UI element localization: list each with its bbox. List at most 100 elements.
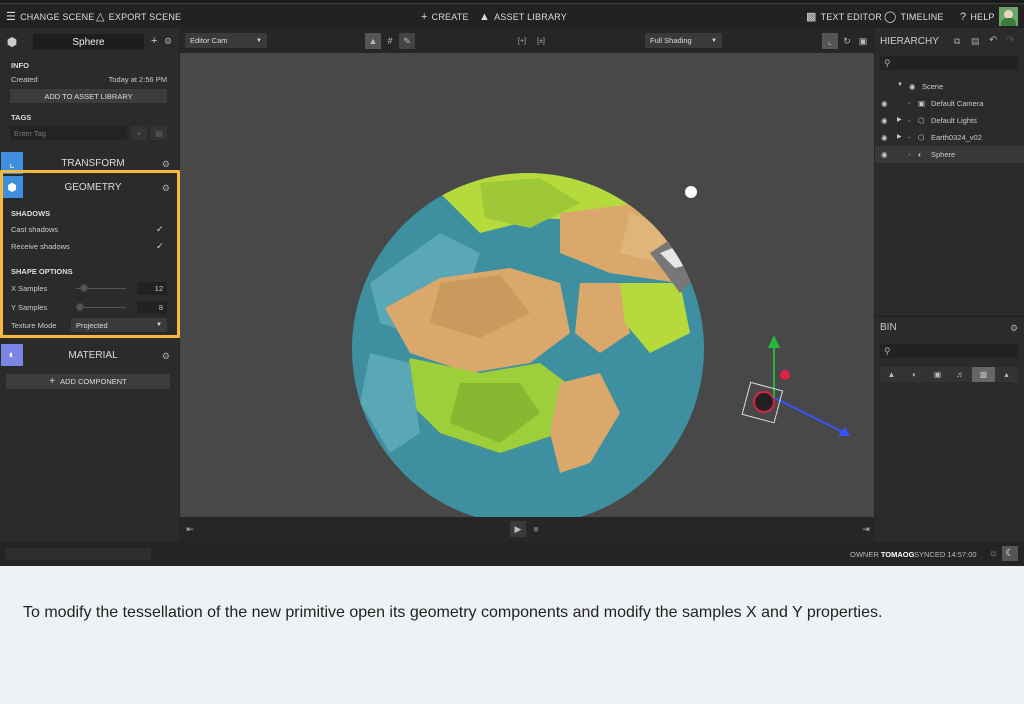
frame-all-icon[interactable]: [±] <box>532 33 550 49</box>
help-menu[interactable]: ? HELP <box>960 11 995 23</box>
geometry-cube-icon: ⬢ <box>1 176 23 198</box>
bin-filter-bar: ▲ ◐ ▣ ♬ ▩ ▴ <box>880 367 1018 382</box>
text-editor-label: TEXT EDITOR <box>820 11 882 22</box>
hierarchy-item-sphere[interactable]: ◉ • ◐ Sphere <box>875 146 1024 163</box>
change-scene-menu[interactable]: ☰ CHANGE SCENE <box>6 10 94 23</box>
window-top-edge <box>0 0 1024 4</box>
environment-filter-icon[interactable]: ▴ <box>995 367 1018 382</box>
add-tag-icon[interactable]: + <box>131 126 147 140</box>
rotate-gizmo-icon[interactable]: ↻ <box>839 33 855 49</box>
textures-filter-icon[interactable]: ▣ <box>926 367 949 382</box>
expand-arrow-icon[interactable]: ▼ <box>897 82 903 88</box>
hierarchy-item-earth[interactable]: ◉ ▶ • ⬡ Earth0324_v02 <box>875 129 1024 146</box>
receive-shadows-label: Receive shadows <box>11 242 70 251</box>
create-menu[interactable]: + CREATE <box>421 11 469 23</box>
material-gear-icon[interactable]: ⚙ <box>162 351 170 362</box>
dot-icon: • <box>908 150 911 159</box>
transform-gear-icon[interactable]: ⚙ <box>162 159 170 170</box>
expand-arrow-icon[interactable]: ▶ <box>897 116 902 123</box>
editor-window: ☰ CHANGE SCENE △ EXPORT SCENE + CREATE ▲… <box>0 0 1024 566</box>
asset-library-menu[interactable]: ▲ ASSET LIBRARY <box>479 11 567 23</box>
synced-status: SYNCED 14:57:00 <box>914 550 977 559</box>
geometry-component-header[interactable]: ⬢ GEOMETRY ⚙ <box>0 176 179 198</box>
x-samples-input[interactable]: 12 <box>137 282 167 295</box>
translate-gizmo-icon[interactable]: ⌞ <box>822 33 838 49</box>
play-icon[interactable]: ▶ <box>510 521 526 537</box>
transform-component-header[interactable]: ⌞ TRANSFORM ⚙ <box>0 152 179 174</box>
y-samples-input[interactable]: 8 <box>137 301 167 314</box>
hierarchy-search-input[interactable]: ⚲ <box>880 56 1018 70</box>
hierarchy-label-scene: Scene <box>922 82 944 91</box>
shading-select[interactable]: Full Shading ▼ <box>645 33 722 48</box>
tag-input[interactable]: Enter Tag <box>10 126 127 140</box>
camera-select[interactable]: Editor Cam ▼ <box>185 33 267 48</box>
3d-viewport[interactable] <box>180 53 874 517</box>
undo-icon[interactable]: ↶ <box>989 35 997 46</box>
pencil-icon[interactable]: ✎ <box>399 33 415 49</box>
material-component-header[interactable]: ◐ MATERIAL ⚙ <box>0 344 179 366</box>
eye-icon[interactable]: ◉ <box>881 99 888 108</box>
owner-label: OWNER <box>850 550 879 559</box>
transform-axes-icon: ⌞ <box>1 152 23 174</box>
entities-filter-icon[interactable]: ▲ <box>880 367 903 382</box>
bin-gear-icon[interactable]: ⚙ <box>1010 323 1018 334</box>
stop-icon[interactable]: ■ <box>528 521 544 537</box>
hierarchy-item-scene[interactable]: ▼ ◉ Scene <box>875 78 1024 95</box>
audio-filter-icon[interactable]: ♬ <box>949 367 972 382</box>
expand-arrow-icon[interactable]: ▶ <box>897 133 902 140</box>
materials-filter-icon[interactable]: ◐ <box>903 367 926 382</box>
y-samples-slider-knob[interactable] <box>76 303 84 311</box>
avatar[interactable] <box>999 7 1018 26</box>
scale-gizmo-icon[interactable]: ▣ <box>855 33 871 49</box>
created-label: Created <box>11 75 38 84</box>
entity-name-field[interactable]: Sphere <box>33 34 144 50</box>
texture-mode-value: Projected <box>76 320 108 330</box>
text-editor-menu[interactable]: ▩ TEXT EDITOR <box>806 10 882 23</box>
gear-icon[interactable]: ⚙ <box>164 36 172 47</box>
sun-icon[interactable]: ☼ <box>986 546 1001 561</box>
eye-icon[interactable]: ◉ <box>881 116 888 125</box>
viewport-toolbar: Editor Cam ▼ ▲ # ✎ [+] [±] Full Shading … <box>180 28 874 53</box>
search-icon: ⚲ <box>884 57 891 68</box>
export-scene-label: EXPORT SCENE <box>108 11 182 22</box>
collapse-left-icon[interactable]: ⇤ <box>182 521 198 537</box>
moon-icon[interactable]: ☾ <box>1002 546 1018 561</box>
add-to-asset-library-button[interactable]: ADD TO ASSET LIBRARY <box>10 89 167 103</box>
created-value: Today at 2:56 PM <box>108 75 167 84</box>
camera-select-value: Editor Cam <box>190 36 228 45</box>
delete-icon[interactable]: ▤ <box>971 36 980 47</box>
bin-search-input[interactable]: ⚲ <box>880 344 1018 358</box>
trash-icon[interactable]: ▤ <box>151 126 167 140</box>
hierarchy-item-default-camera[interactable]: ◉ • ▣ Default Camera <box>875 95 1024 112</box>
tags-section-label: TAGS <box>11 113 32 122</box>
eye-icon[interactable]: ◉ <box>881 150 888 159</box>
shading-select-value: Full Shading <box>650 36 692 45</box>
export-scene-menu[interactable]: △ EXPORT SCENE <box>96 10 181 23</box>
grid-icon[interactable]: # <box>382 33 398 49</box>
collapse-right-icon[interactable]: ⇥ <box>858 521 874 537</box>
scripts-filter-icon[interactable]: ▩ <box>972 367 995 382</box>
hierarchy-item-default-lights[interactable]: ◉ ▶ • ⬡ Default Lights <box>875 112 1024 129</box>
add-component-button[interactable]: + ADD COMPONENT <box>6 374 170 389</box>
eye-icon[interactable]: ◉ <box>881 133 888 142</box>
add-icon[interactable]: + <box>151 35 157 47</box>
light-handle <box>685 186 697 198</box>
owner-value: TOMAOG <box>880 550 915 559</box>
add-component-label: ADD COMPONENT <box>60 377 127 386</box>
frame-selection-icon[interactable]: [+] <box>513 33 531 49</box>
redo-icon[interactable]: ↷ <box>1006 35 1014 46</box>
panel-divider[interactable] <box>875 316 1024 317</box>
cast-shadows-checkbox[interactable]: ✓ <box>156 224 164 235</box>
x-samples-slider-knob[interactable] <box>80 284 88 292</box>
console-field[interactable] <box>6 548 151 560</box>
globe-icon: ◉ <box>909 82 916 91</box>
texture-mode-select[interactable]: Projected ▼ <box>71 318 167 332</box>
texture-mode-label: Texture Mode <box>11 321 57 330</box>
selected-sphere <box>753 391 775 413</box>
timeline-menu[interactable]: ◯ TIMELINE <box>884 10 944 23</box>
transform-title: TRANSFORM <box>61 158 125 169</box>
receive-shadows-checkbox[interactable]: ✓ <box>156 241 164 252</box>
landscape-grid-icon[interactable]: ▲ <box>365 33 381 49</box>
geometry-gear-icon[interactable]: ⚙ <box>162 183 170 194</box>
duplicate-icon[interactable]: ⧉ <box>954 36 960 47</box>
